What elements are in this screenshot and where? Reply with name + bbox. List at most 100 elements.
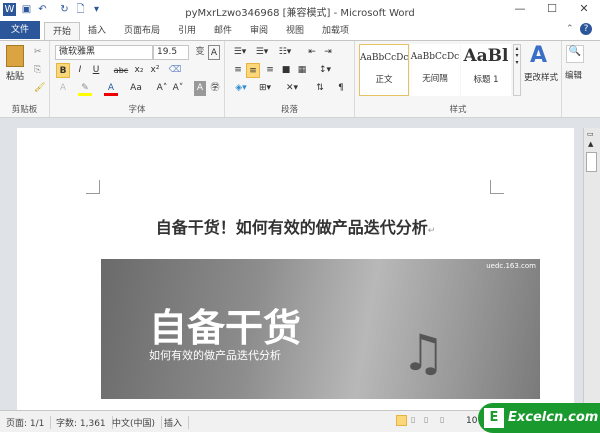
phonetic-guide-icon[interactable]: 变 xyxy=(193,45,207,60)
paste-icon[interactable] xyxy=(6,45,24,67)
watermark: E Excelcn.com xyxy=(478,403,600,433)
change-case-button[interactable]: Aa xyxy=(126,81,146,96)
copy-icon[interactable]: ⎘ xyxy=(34,65,41,75)
style-heading-1[interactable]: AaBl 标题 1 xyxy=(461,44,511,96)
font-group: 微软雅黑 19.5 变 A B I U abc x₂ x² ⌫ A ✎ A Aa… xyxy=(50,41,225,117)
numbering-icon[interactable]: ☰▾ xyxy=(253,45,271,60)
tab-review[interactable]: 审阅 xyxy=(242,22,276,40)
font-label: 字体 xyxy=(128,105,146,115)
clipboard-group: 粘贴 ✂ ⎘ 🖌 剪贴板 xyxy=(0,41,50,117)
watermark-logo-icon: E xyxy=(484,408,504,428)
grow-font-button[interactable]: A˄ xyxy=(154,81,170,96)
paragraph-label: 段落 xyxy=(280,105,298,115)
title-bar: W ▣ ↶ ↻ 🗋 ▾ pyMxrLzwo346968 [兼容模式] - Mic… xyxy=(0,0,600,20)
multilevel-list-icon[interactable]: ☷▾ xyxy=(275,45,295,60)
insert-mode[interactable]: 插入 xyxy=(158,416,190,429)
clear-format-icon[interactable]: ⌫ xyxy=(168,63,182,78)
style-sample: AaBl xyxy=(463,46,509,66)
clipboard-label: 剪贴板 xyxy=(11,105,38,115)
page[interactable]: 自备干货！如何有效的做产品迭代分析↵ uedc.163.com 自备干货 如何有… xyxy=(17,128,574,410)
tab-mailings[interactable]: 邮件 xyxy=(206,22,240,40)
align-right-icon[interactable]: ≡ xyxy=(263,63,277,78)
justify-icon[interactable]: ■ xyxy=(279,63,293,78)
minimize-ribbon-icon[interactable]: ⌃ xyxy=(566,24,574,34)
scroll-up-icon[interactable]: ▲ xyxy=(588,140,593,148)
page-count[interactable]: 页面: 1/1 xyxy=(0,416,52,429)
tab-home[interactable]: 开始 xyxy=(44,22,81,40)
font-color-icon[interactable]: A xyxy=(104,81,118,96)
align-left-icon[interactable]: ≡ xyxy=(231,63,245,78)
style-sample: AaBbCcDc xyxy=(360,53,409,63)
style-sample: AaBbCcDc xyxy=(410,52,460,62)
shading-icon[interactable]: ◈▾ xyxy=(231,81,251,96)
margin-mark xyxy=(86,180,100,194)
status-bar: 页面: 1/1 字数: 1,361 中文(中国) 插入 ▯ ▯ ▯ 10 E Ex… xyxy=(0,403,600,433)
italic-button[interactable]: I xyxy=(74,63,86,78)
align-center-icon[interactable]: ≡ xyxy=(246,63,260,78)
tab-references[interactable]: 引用 xyxy=(170,22,204,40)
vertical-scrollbar[interactable]: ▭ ▲ xyxy=(583,128,600,410)
tab-insert[interactable]: 插入 xyxy=(80,22,114,40)
chinese-layout-icon[interactable]: ✕▾ xyxy=(283,81,301,96)
help-icon[interactable]: ? xyxy=(580,23,592,35)
increase-indent-icon[interactable]: ⇥ xyxy=(321,45,335,60)
change-styles-icon[interactable]: A xyxy=(530,43,547,68)
borders-icon[interactable]: ⊞▾ xyxy=(255,81,275,96)
superscript-button[interactable]: x² xyxy=(148,63,162,78)
char-shading-icon[interactable]: A xyxy=(194,81,206,96)
article-image[interactable]: uedc.163.com 自备干货 如何有效的做产品迭代分析 ♫ xyxy=(101,259,540,399)
bold-button[interactable]: B xyxy=(56,63,70,78)
strikethrough-button[interactable]: abc xyxy=(112,63,130,78)
styles-group: AaBbCcDc 正文 AaBbCcDc 无间隔 AaBl 标题 1 ▴ ▾ ▾ A 更改… xyxy=(355,41,562,117)
char-border-icon[interactable]: A xyxy=(208,45,220,60)
line-spacing-icon[interactable]: ↕▾ xyxy=(317,63,333,78)
underline-button[interactable]: U xyxy=(90,63,102,78)
distributed-icon[interactable]: ▦ xyxy=(295,63,309,78)
tab-page-layout[interactable]: 页面布局 xyxy=(116,22,168,40)
document-heading: 自备干货！如何有效的做产品迭代分析↵ xyxy=(155,218,436,237)
print-layout-view-icon[interactable] xyxy=(396,415,407,426)
format-painter-icon[interactable]: 🖌 xyxy=(34,83,45,93)
style-name: 标题 1 xyxy=(473,75,499,85)
styles-label: 样式 xyxy=(449,105,467,115)
edit-button[interactable]: 编辑 xyxy=(565,69,582,81)
minimize-button[interactable]: — xyxy=(508,2,532,18)
show-marks-icon[interactable]: ¶ xyxy=(335,81,347,96)
subscript-button[interactable]: x₂ xyxy=(132,63,146,78)
web-view-icon[interactable]: ▯ xyxy=(424,415,428,424)
text-effects-icon[interactable]: A xyxy=(56,81,70,96)
highlight-icon[interactable]: ✎ xyxy=(78,81,92,96)
change-styles-button[interactable]: 更改样式 xyxy=(523,71,559,83)
image-source: uedc.163.com xyxy=(486,262,536,270)
decrease-indent-icon[interactable]: ⇤ xyxy=(305,45,319,60)
word-count[interactable]: 字数: 1,361 xyxy=(50,416,113,429)
tab-view[interactable]: 视图 xyxy=(278,22,312,40)
styles-scroll[interactable]: ▴ ▾ ▾ xyxy=(513,44,521,96)
sort-icon[interactable]: ⇅ xyxy=(313,81,327,96)
cut-icon[interactable]: ✂ xyxy=(34,47,42,57)
style-normal[interactable]: AaBbCcDc 正文 xyxy=(359,44,409,96)
shrink-font-button[interactable]: A˅ xyxy=(170,81,186,96)
scroll-thumb[interactable] xyxy=(586,152,597,172)
find-icon[interactable]: 🔍 xyxy=(566,45,584,63)
watermark-text: Excelcn.com xyxy=(508,410,599,425)
margin-mark xyxy=(490,180,504,194)
paste-button[interactable]: 粘贴 xyxy=(6,69,24,82)
style-no-spacing[interactable]: AaBbCcDc 无间隔 xyxy=(410,44,460,96)
close-button[interactable]: ✕ xyxy=(572,2,596,18)
outline-view-icon[interactable]: ▯ xyxy=(440,415,444,424)
maximize-button[interactable]: ☐ xyxy=(540,2,564,18)
language[interactable]: 中文(中国) xyxy=(106,416,163,429)
ruler-toggle-icon[interactable]: ▭ xyxy=(587,130,594,138)
font-size-select[interactable]: 19.5 xyxy=(153,45,189,60)
zoom-level[interactable]: 10 xyxy=(466,416,477,426)
bullets-icon[interactable]: ☰▾ xyxy=(231,45,249,60)
ruler-bar xyxy=(0,118,600,128)
font-name-select[interactable]: 微软雅黑 xyxy=(55,45,153,60)
tab-file[interactable]: 文件 xyxy=(0,21,40,39)
image-title: 自备干货 xyxy=(149,306,302,350)
enclose-char-icon[interactable]: ㊫ xyxy=(208,81,222,96)
tab-addins[interactable]: 加载项 xyxy=(314,22,357,40)
music-note-icon: ♫ xyxy=(401,324,446,382)
reading-view-icon[interactable]: ▯ xyxy=(411,415,415,424)
